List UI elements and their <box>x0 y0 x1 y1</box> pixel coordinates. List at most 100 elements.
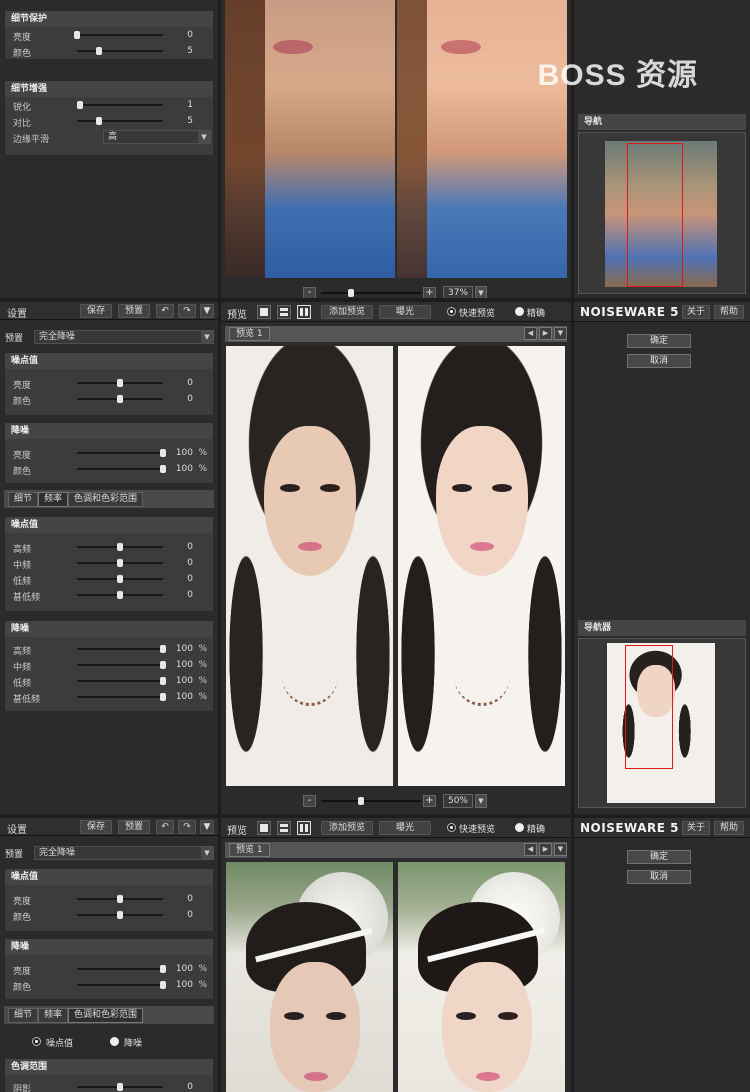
tab-detail[interactable]: 细节 <box>8 492 39 507</box>
redo-icon[interactable]: ↷ <box>178 304 196 318</box>
slider-row[interactable]: 甚低频 100% <box>5 689 213 705</box>
slider-track[interactable] <box>77 117 163 125</box>
zoom-out-button[interactable]: - <box>303 795 316 807</box>
slider-track[interactable] <box>77 465 166 473</box>
slider-track[interactable] <box>77 661 166 669</box>
split-vertical-icon[interactable] <box>297 821 311 835</box>
tab-detail[interactable]: 细节 <box>8 1008 39 1023</box>
slider-track[interactable] <box>77 981 166 989</box>
quick-preview-radio[interactable] <box>447 823 456 832</box>
single-view-icon[interactable] <box>257 821 271 835</box>
navigator-viewport-box[interactable] <box>627 143 683 287</box>
slider-track[interactable] <box>77 543 163 551</box>
ok-button[interactable]: 确定 <box>627 850 691 864</box>
chevron-down-icon[interactable]: ▼ <box>475 794 487 808</box>
zoom-in-button[interactable]: + <box>423 287 436 298</box>
slider-track[interactable] <box>77 449 166 457</box>
slider-track[interactable] <box>77 379 163 387</box>
slider-row[interactable]: 高频 100% <box>5 641 213 657</box>
accurate-radio[interactable] <box>515 823 524 832</box>
split-vertical-icon[interactable] <box>297 305 311 319</box>
cancel-button[interactable]: 取消 <box>627 354 691 368</box>
slider-row[interactable]: 锐化 1 <box>5 97 213 113</box>
chevron-down-icon[interactable]: ▼ <box>201 331 213 343</box>
zoom-track[interactable] <box>321 797 421 805</box>
exposure-button[interactable]: 曝光 <box>379 821 431 835</box>
noise-reduction-radio[interactable] <box>110 1037 119 1046</box>
slider-row[interactable]: 颜色 0 <box>5 391 213 407</box>
zoom-knob[interactable] <box>348 289 354 297</box>
ok-button[interactable]: 确定 <box>627 334 691 348</box>
chevron-down-icon[interactable]: ▼ <box>200 304 214 318</box>
slider-row[interactable]: 对比 5 <box>5 113 213 129</box>
undo-icon[interactable]: ↶ <box>156 304 174 318</box>
help-button[interactable]: 帮助 <box>714 305 744 319</box>
exposure-button[interactable]: 曝光 <box>379 305 431 319</box>
zoom-knob[interactable] <box>358 797 364 805</box>
zoom-level[interactable]: 37% <box>443 286 473 298</box>
slider-track[interactable] <box>77 693 166 701</box>
preset-button[interactable]: 预置 <box>118 304 150 318</box>
slider-knob[interactable] <box>76 101 83 109</box>
navigator-thumbnail[interactable] <box>578 638 746 808</box>
slider-track[interactable] <box>77 575 163 583</box>
chevron-down-icon[interactable]: ▼ <box>554 843 567 856</box>
undo-icon[interactable]: ↶ <box>156 820 174 834</box>
slider-row[interactable]: 颜色 0 <box>5 907 213 923</box>
slider-row[interactable]: 颜色 5 <box>5 43 213 59</box>
slider-knob[interactable] <box>117 911 123 919</box>
save-button[interactable]: 保存 <box>80 304 112 318</box>
chevron-left-icon[interactable]: ◀ <box>524 327 537 340</box>
slider-knob[interactable] <box>117 1083 123 1091</box>
slider-track[interactable] <box>74 31 163 39</box>
slider-row[interactable]: 亮度 100% <box>5 961 213 977</box>
slider-row[interactable]: 低频 100% <box>5 673 213 689</box>
slider-track[interactable] <box>77 911 163 919</box>
chevron-left-icon[interactable]: ◀ <box>524 843 537 856</box>
accurate-radio[interactable] <box>515 307 524 316</box>
edge-smoothing-select[interactable]: 高 ▼ <box>103 130 211 144</box>
slider-track[interactable] <box>76 101 163 109</box>
slider-row[interactable]: 低频 0 <box>5 571 213 587</box>
redo-icon[interactable]: ↷ <box>178 820 196 834</box>
cancel-button[interactable]: 取消 <box>627 870 691 884</box>
preset-select[interactable]: 完全降噪 ▼ <box>34 846 214 860</box>
preset-select[interactable]: 完全降噪 ▼ <box>34 330 214 344</box>
single-view-icon[interactable] <box>257 305 271 319</box>
chevron-right-icon[interactable]: ▶ <box>539 843 552 856</box>
slider-knob[interactable] <box>117 591 123 599</box>
slider-track[interactable] <box>77 965 166 973</box>
chevron-down-icon[interactable]: ▼ <box>200 820 214 834</box>
slider-row[interactable]: 颜色 100% <box>5 461 213 477</box>
tab-tone-color-range[interactable]: 色调和色彩范围 <box>68 492 144 507</box>
split-horizontal-icon[interactable] <box>277 305 291 319</box>
tab-frequency[interactable]: 频率 <box>38 1008 69 1023</box>
slider-row[interactable]: 中频 100% <box>5 657 213 673</box>
chevron-right-icon[interactable]: ▶ <box>539 327 552 340</box>
slider-knob[interactable] <box>95 47 102 55</box>
slider-row[interactable]: 高频 0 <box>5 539 213 555</box>
slider-row[interactable]: 颜色 100% <box>5 977 213 993</box>
slider-row[interactable]: 亮度 0 <box>5 375 213 391</box>
save-button[interactable]: 保存 <box>80 820 112 834</box>
preset-button[interactable]: 预置 <box>118 820 150 834</box>
slider-track[interactable] <box>77 559 163 567</box>
add-preview-button[interactable]: 添加预览 <box>321 821 373 835</box>
zoom-out-button[interactable]: - <box>303 287 316 298</box>
chevron-down-icon[interactable]: ▼ <box>201 847 213 859</box>
slider-track[interactable] <box>77 645 166 653</box>
slider-knob[interactable] <box>117 895 123 903</box>
zoom-in-button[interactable]: + <box>423 795 436 807</box>
slider-track[interactable] <box>77 677 166 685</box>
slider-knob[interactable] <box>74 31 80 39</box>
slider-track[interactable] <box>77 395 163 403</box>
help-button[interactable]: 帮助 <box>714 821 744 835</box>
slider-knob[interactable] <box>117 575 123 583</box>
about-button[interactable]: 关于 <box>682 305 710 319</box>
slider-row[interactable]: 亮度 100% <box>5 445 213 461</box>
tab-preview-1[interactable]: 预览 1 <box>229 843 270 857</box>
slider-knob[interactable] <box>117 379 123 387</box>
slider-knob[interactable] <box>117 559 123 567</box>
slider-track[interactable] <box>77 47 163 55</box>
navigator-viewport-box[interactable] <box>625 645 673 769</box>
